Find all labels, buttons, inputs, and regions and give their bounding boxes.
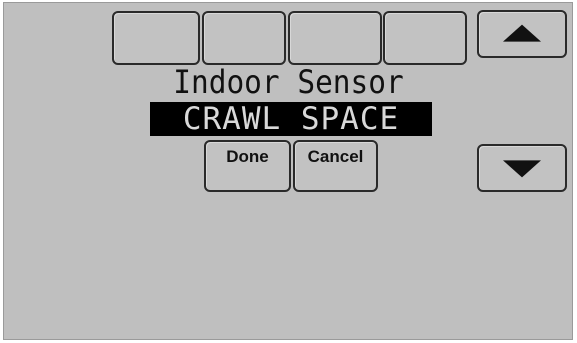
top-button-4[interactable] <box>383 11 467 65</box>
selected-value-highlight[interactable]: CRAWL SPACE <box>150 102 432 136</box>
scroll-down-button[interactable] <box>477 144 567 192</box>
top-button-2[interactable] <box>202 11 286 65</box>
selected-value: CRAWL SPACE <box>182 101 400 137</box>
down-arrow-icon <box>503 160 541 178</box>
up-arrow-icon <box>503 24 541 42</box>
setting-label: Indoor Sensor <box>173 63 404 101</box>
cancel-button[interactable]: Cancel <box>293 140 378 192</box>
top-button-3[interactable] <box>288 11 382 65</box>
scroll-up-button[interactable] <box>477 10 567 58</box>
done-button[interactable]: Done <box>204 140 291 192</box>
thermostat-screen: Indoor Sensor CRAWL SPACE Done Cancel <box>3 2 573 340</box>
done-button-label: Done <box>226 147 269 166</box>
top-button-1[interactable] <box>112 11 200 65</box>
cancel-button-label: Cancel <box>307 147 364 166</box>
